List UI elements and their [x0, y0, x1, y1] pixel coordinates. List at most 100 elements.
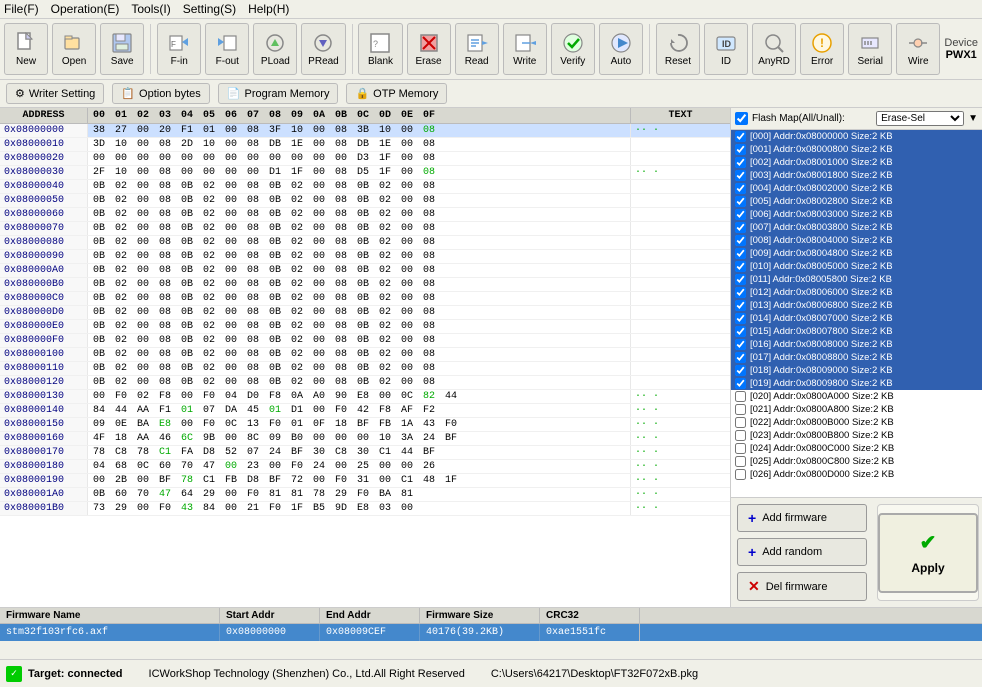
hex-byte[interactable]: 02: [286, 236, 308, 249]
hex-byte[interactable]: 08: [242, 138, 264, 151]
hex-byte[interactable]: 68: [110, 460, 132, 473]
hex-byte[interactable]: 08: [330, 306, 352, 319]
hex-byte[interactable]: 18: [110, 432, 132, 445]
hex-byte[interactable]: 08: [418, 264, 440, 277]
hex-byte[interactable]: 04: [220, 390, 242, 403]
hex-row[interactable]: 0x080000700B0200080B0200080B0200080B0200…: [0, 222, 730, 236]
hex-byte[interactable]: 00: [220, 432, 242, 445]
new-button[interactable]: New: [4, 23, 48, 75]
hex-byte[interactable]: 9D: [330, 502, 352, 515]
hex-byte[interactable]: 0B: [88, 236, 110, 249]
hex-byte[interactable]: 08: [242, 278, 264, 291]
hex-byte[interactable]: BF: [264, 474, 286, 487]
flash-item[interactable]: [002] Addr:0x08001000 Size:2 KB: [731, 156, 982, 169]
flash-item[interactable]: [024] Addr:0x0800C000 Size:2 KB: [731, 442, 982, 455]
hex-byte[interactable]: 0B: [88, 362, 110, 375]
hex-byte[interactable]: 0B: [264, 278, 286, 291]
hex-byte[interactable]: 08: [330, 180, 352, 193]
hex-byte[interactable]: 00: [220, 208, 242, 221]
hex-row[interactable]: 0x08000190002B00BF78C1FBD8BF7200F03100C1…: [0, 474, 730, 488]
hex-byte[interactable]: 0B: [176, 208, 198, 221]
hex-byte[interactable]: 02: [286, 278, 308, 291]
hex-byte[interactable]: 02: [110, 194, 132, 207]
hex-byte[interactable]: 02: [110, 334, 132, 347]
hex-byte[interactable]: 24: [308, 460, 330, 473]
hex-byte[interactable]: 02: [198, 292, 220, 305]
hex-byte[interactable]: 00: [220, 376, 242, 389]
hex-byte[interactable]: 00: [396, 138, 418, 151]
hex-byte[interactable]: 00: [374, 460, 396, 473]
hex-byte[interactable]: D1: [264, 166, 286, 179]
hex-byte[interactable]: 00: [330, 152, 352, 165]
hex-byte[interactable]: 00: [132, 236, 154, 249]
hex-byte[interactable]: 00: [154, 152, 176, 165]
hex-byte[interactable]: F8: [154, 390, 176, 403]
hex-byte[interactable]: F1: [176, 124, 198, 137]
hex-byte[interactable]: F0: [352, 488, 374, 501]
hex-byte[interactable]: FB: [220, 474, 242, 487]
hex-byte[interactable]: 0A: [286, 390, 308, 403]
hex-byte[interactable]: 08: [154, 138, 176, 151]
hex-byte[interactable]: 02: [374, 250, 396, 263]
hex-byte[interactable]: 00: [220, 194, 242, 207]
hex-byte[interactable]: 08: [330, 250, 352, 263]
hex-byte[interactable]: 08: [418, 250, 440, 263]
hex-byte[interactable]: 02: [374, 236, 396, 249]
hex-byte[interactable]: 02: [198, 236, 220, 249]
flash-item[interactable]: [016] Addr:0x08008000 Size:2 KB: [731, 338, 982, 351]
hex-byte[interactable]: 02: [286, 376, 308, 389]
flash-item-checkbox[interactable]: [735, 235, 746, 246]
hex-byte[interactable]: 00: [308, 236, 330, 249]
hex-byte[interactable]: 30: [352, 446, 374, 459]
hex-byte[interactable]: 0B: [352, 348, 374, 361]
flash-item-checkbox[interactable]: [735, 170, 746, 181]
hex-byte[interactable]: 00: [132, 502, 154, 515]
hex-byte[interactable]: 84: [88, 404, 110, 417]
hex-byte[interactable]: 00: [308, 138, 330, 151]
menu-file[interactable]: File(F): [4, 2, 39, 16]
hex-byte[interactable]: 42: [352, 404, 374, 417]
hex-byte[interactable]: 04: [88, 460, 110, 473]
hex-byte[interactable]: 08: [330, 348, 352, 361]
hex-byte[interactable]: 00: [132, 264, 154, 277]
hex-byte[interactable]: 08: [418, 194, 440, 207]
hex-byte[interactable]: 00: [308, 208, 330, 221]
hex-byte[interactable]: 02: [374, 180, 396, 193]
wire-button[interactable]: Wire: [896, 23, 940, 75]
hex-byte[interactable]: 78: [132, 446, 154, 459]
hex-byte[interactable]: 0B: [352, 278, 374, 291]
hex-byte[interactable]: 08: [330, 362, 352, 375]
hex-byte[interactable]: 08: [242, 334, 264, 347]
hex-byte[interactable]: 10: [198, 138, 220, 151]
hex-byte[interactable]: 02: [374, 264, 396, 277]
hex-byte[interactable]: 02: [374, 306, 396, 319]
hex-byte[interactable]: 0B: [352, 292, 374, 305]
hex-byte[interactable]: 00: [308, 250, 330, 263]
hex-byte[interactable]: 00: [132, 334, 154, 347]
flash-item[interactable]: [004] Addr:0x08002000 Size:2 KB: [731, 182, 982, 195]
hex-byte[interactable]: F0: [198, 418, 220, 431]
hex-byte[interactable]: 08: [154, 166, 176, 179]
hex-byte[interactable]: 08: [154, 250, 176, 263]
hex-byte[interactable]: 1F: [286, 166, 308, 179]
hex-byte[interactable]: FA: [176, 446, 198, 459]
hex-byte[interactable]: 00: [330, 460, 352, 473]
hex-byte[interactable]: 00: [396, 264, 418, 277]
flash-item[interactable]: [006] Addr:0x08003000 Size:2 KB: [731, 208, 982, 221]
hex-byte[interactable]: 44: [440, 390, 462, 403]
hex-row[interactable]: 0x080000B00B0200080B0200080B0200080B0200…: [0, 278, 730, 292]
hex-byte[interactable]: 00: [220, 166, 242, 179]
hex-byte[interactable]: 0B: [176, 292, 198, 305]
hex-byte[interactable]: 26: [418, 460, 440, 473]
hex-byte[interactable]: 3A: [396, 432, 418, 445]
hex-byte[interactable]: 02: [374, 334, 396, 347]
hex-byte[interactable]: 00: [220, 362, 242, 375]
hex-byte[interactable]: 08: [330, 320, 352, 333]
menu-setting[interactable]: Setting(S): [183, 2, 236, 16]
hex-row[interactable]: 0x080000900B0200080B0200080B0200080B0200…: [0, 250, 730, 264]
hex-byte[interactable]: 00: [308, 306, 330, 319]
hex-byte[interactable]: 44: [110, 404, 132, 417]
hex-byte[interactable]: 81: [264, 488, 286, 501]
hex-byte[interactable]: 02: [110, 222, 132, 235]
flash-item[interactable]: [011] Addr:0x08005800 Size:2 KB: [731, 273, 982, 286]
